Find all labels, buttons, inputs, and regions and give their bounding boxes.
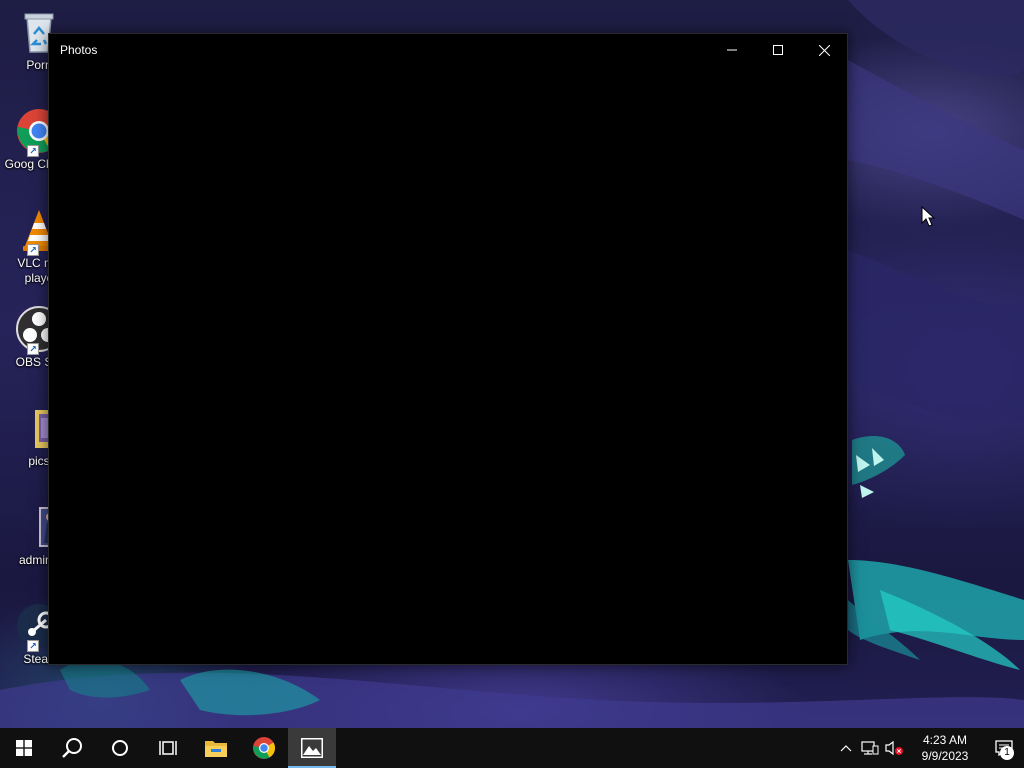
- window-titlebar[interactable]: Photos: [49, 34, 847, 66]
- cortana-button[interactable]: [96, 728, 144, 768]
- photos-window[interactable]: Photos: [48, 33, 848, 665]
- maximize-icon: [773, 45, 783, 55]
- search-button[interactable]: [48, 728, 96, 768]
- shortcut-arrow-icon: ↗: [27, 244, 39, 256]
- shortcut-arrow-icon: ↗: [27, 640, 39, 652]
- close-icon: [818, 44, 830, 56]
- photo-viewer-area[interactable]: [49, 66, 847, 664]
- network-button[interactable]: [858, 728, 882, 768]
- system-tray: 4:23 AM 9/9/2023 1: [834, 728, 1024, 768]
- action-center-button[interactable]: 1: [984, 728, 1024, 768]
- taskbar-clock[interactable]: 4:23 AM 9/9/2023: [906, 728, 984, 768]
- window-controls: [709, 34, 847, 66]
- cortana-icon: [112, 740, 128, 756]
- taskbar: 4:23 AM 9/9/2023 1: [0, 728, 1024, 768]
- shortcut-arrow-icon: ↗: [27, 145, 39, 157]
- network-icon: [861, 741, 879, 755]
- clock-time: 4:23 AM: [922, 733, 968, 747]
- show-hidden-icons-button[interactable]: [834, 728, 858, 768]
- maximize-button[interactable]: [755, 34, 801, 66]
- mouse-cursor-icon: [921, 206, 935, 227]
- notification-count-badge: 1: [1000, 746, 1014, 760]
- shortcut-arrow-icon: ↗: [27, 343, 39, 355]
- photos-taskbar-button[interactable]: [288, 728, 336, 768]
- volume-button[interactable]: [882, 728, 906, 768]
- windows-start-icon: [16, 740, 32, 756]
- start-button[interactable]: [0, 728, 48, 768]
- minimize-button[interactable]: [709, 34, 755, 66]
- task-view-button[interactable]: [144, 728, 192, 768]
- chevron-up-icon: [840, 745, 852, 752]
- close-button[interactable]: [801, 34, 847, 66]
- task-view-icon: [159, 741, 177, 755]
- search-icon: [62, 738, 82, 758]
- window-title: Photos: [60, 43, 98, 57]
- volume-muted-icon: [885, 740, 903, 756]
- chrome-taskbar-button[interactable]: [240, 728, 288, 768]
- chrome-icon: [253, 737, 275, 759]
- file-explorer-icon: [205, 741, 227, 757]
- minimize-icon: [727, 49, 737, 51]
- file-explorer-button[interactable]: [192, 728, 240, 768]
- photos-icon: [301, 738, 323, 758]
- clock-date: 9/9/2023: [921, 749, 969, 763]
